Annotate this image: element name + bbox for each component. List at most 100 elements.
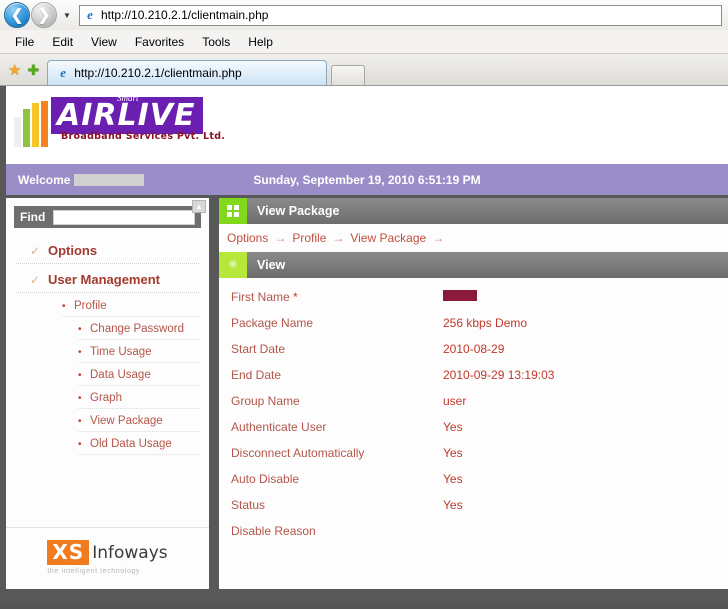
menu-view[interactable]: View <box>82 33 126 51</box>
row-label: End Date <box>231 368 282 382</box>
sidebar-item-data-usage[interactable]: • Data Usage <box>78 365 199 386</box>
menu-favorites[interactable]: Favorites <box>126 33 193 51</box>
table-row: Auto Disable Yes <box>219 466 728 492</box>
sidebar: ▲ Find ✓ Options ✓ User Management • Pro… <box>6 198 209 589</box>
find-input[interactable] <box>53 209 195 225</box>
logo-wordmark-box: AIRLIVE Smart Broadband Services Pvt. Lt… <box>51 93 225 142</box>
breadcrumb-separator-icon: → <box>432 231 445 245</box>
airlive-logo: AIRLIVE Smart Broadband Services Pvt. Lt… <box>14 93 225 153</box>
sidebar-item-user-management[interactable]: ✓ User Management <box>16 267 199 293</box>
sidebar-collapse-button[interactable]: ▲ <box>192 200 206 213</box>
history-dropdown-button[interactable]: ▼ <box>60 11 74 20</box>
sidebar-item-time-usage[interactable]: • Time Usage <box>78 342 199 363</box>
row-value: user <box>443 394 467 408</box>
sidebar-item-label: Options <box>48 243 98 258</box>
section-title: View <box>257 258 286 272</box>
row-value: Yes <box>443 472 463 486</box>
browser-chrome: ❮ ❯ ▼ http://10.210.2.1/clientmain.php F… <box>0 0 728 86</box>
bullet-icon: • <box>78 346 82 358</box>
logo-tagline: Broadband Services Pvt. Ltd. <box>61 131 226 142</box>
menu-tools[interactable]: Tools <box>193 33 239 51</box>
xs-logo-tagline: the intelligent technology <box>47 568 141 575</box>
row-value: 2010-09-29 13:19:03 <box>443 368 555 382</box>
sidebar-item-label: Data Usage <box>90 369 151 381</box>
breadcrumb-profile[interactable]: Profile <box>292 231 326 245</box>
breadcrumb-options[interactable]: Options <box>227 231 268 245</box>
menu-file[interactable]: File <box>6 33 43 51</box>
table-row: Disconnect Automatically Yes <box>219 440 728 466</box>
row-label: Package Name <box>231 316 314 330</box>
address-bar-text: http://10.210.2.1/clientmain.php <box>101 8 269 22</box>
find-label: Find <box>20 210 46 224</box>
bullet-icon: • <box>78 392 82 404</box>
browser-tab-bar: ★ ✚ http://10.210.2.1/clientmain.php <box>0 54 728 86</box>
row-value: Yes <box>443 498 463 512</box>
row-label: Start Date <box>231 342 286 356</box>
sidebar-item-label: View Package <box>90 415 163 427</box>
sidebar-item-old-data-usage[interactable]: • Old Data Usage <box>78 434 199 455</box>
sidebar-item-profile[interactable]: • Profile <box>62 296 199 317</box>
menu-edit[interactable]: Edit <box>43 33 82 51</box>
address-bar[interactable]: http://10.210.2.1/clientmain.php <box>79 4 722 26</box>
bullet-icon: • <box>62 300 66 312</box>
sidebar-item-change-password[interactable]: • Change Password <box>78 319 199 340</box>
row-value <box>443 290 477 304</box>
new-tab-button[interactable] <box>331 65 366 85</box>
row-label: Authenticate User <box>231 420 327 434</box>
table-row: Status Yes <box>219 492 728 518</box>
table-row: Start Date 2010-08-29 <box>219 336 728 362</box>
row-label: Auto Disable <box>231 472 300 486</box>
sidebar-item-label: User Management <box>48 272 160 287</box>
row-label: Group Name <box>231 394 300 408</box>
sidebar-item-label: Old Data Usage <box>90 438 172 450</box>
breadcrumb-separator-icon: → <box>274 231 287 245</box>
table-row: Package Name 256 kbps Demo <box>219 310 728 336</box>
xs-logo-word: Infoways <box>92 542 168 563</box>
sidebar-item-label: Profile <box>74 300 107 312</box>
sidebar-item-options[interactable]: ✓ Options <box>16 238 199 264</box>
site-header: AIRLIVE Smart Broadband Services Pvt. Lt… <box>6 86 728 164</box>
sidebar-item-graph[interactable]: • Graph <box>78 388 199 409</box>
ie-favicon-icon <box>83 8 97 22</box>
breadcrumb: Options → Profile → View Package → <box>219 224 728 252</box>
grid-icon <box>219 198 247 224</box>
browser-navigation-bar: ❮ ❯ ▼ http://10.210.2.1/clientmain.php <box>0 0 728 30</box>
favorites-toolbar: ★ ✚ <box>4 55 43 85</box>
back-button[interactable]: ❮ <box>4 2 30 28</box>
main-panel: View Package Options → Profile → View Pa… <box>219 198 728 589</box>
forward-arrow-icon: ❯ <box>37 6 51 24</box>
table-row: Authenticate User Yes <box>219 414 728 440</box>
required-mark: * <box>293 290 298 304</box>
bullet-icon: • <box>78 323 82 335</box>
sidebar-item-view-package[interactable]: • View Package <box>78 411 199 432</box>
check-icon: ✓ <box>30 243 41 258</box>
row-label: First Name * <box>231 290 298 304</box>
sun-icon: ✺ <box>219 252 247 278</box>
view-section-header: ✺ View <box>219 252 728 278</box>
sidebar-item-label: Time Usage <box>90 346 152 358</box>
breadcrumb-view-package[interactable]: View Package <box>350 231 426 245</box>
content-area: ▲ Find ✓ Options ✓ User Management • Pro… <box>6 198 728 589</box>
row-value: 2010-08-29 <box>443 342 505 356</box>
view-package-table: First Name * Package Name 256 kbps Demo … <box>219 278 728 544</box>
logo-word-airlive: AIRLIVE <box>57 98 196 133</box>
check-icon: ✓ <box>30 272 41 287</box>
table-row: First Name * <box>219 284 728 310</box>
site-container: AIRLIVE Smart Broadband Services Pvt. Lt… <box>6 86 728 605</box>
forward-button[interactable]: ❯ <box>31 2 57 28</box>
welcome-label: Welcome <box>18 173 145 187</box>
browser-tab-active[interactable]: http://10.210.2.1/clientmain.php <box>47 60 328 85</box>
browser-menu-bar: File Edit View Favorites Tools Help <box>0 30 728 54</box>
sidebar-item-label: Graph <box>90 392 122 404</box>
welcome-bar: Welcome Sunday, September 19, 2010 6:51:… <box>6 164 728 198</box>
add-favorite-icon[interactable]: ✚ <box>27 62 39 79</box>
sidebar-menu: ✓ Options ✓ User Management • Profile • … <box>6 228 209 457</box>
bullet-icon: • <box>78 438 82 450</box>
browser-tab-title: http://10.210.2.1/clientmain.php <box>74 66 242 80</box>
favorites-star-icon[interactable]: ★ <box>8 61 21 79</box>
chevron-up-icon: ▲ <box>195 201 203 211</box>
sidebar-footer: XS Infoways the intelligent technology <box>6 527 209 589</box>
menu-help[interactable]: Help <box>239 33 282 51</box>
sidebar-item-label: Change Password <box>90 323 184 335</box>
bullet-icon: • <box>78 415 82 427</box>
